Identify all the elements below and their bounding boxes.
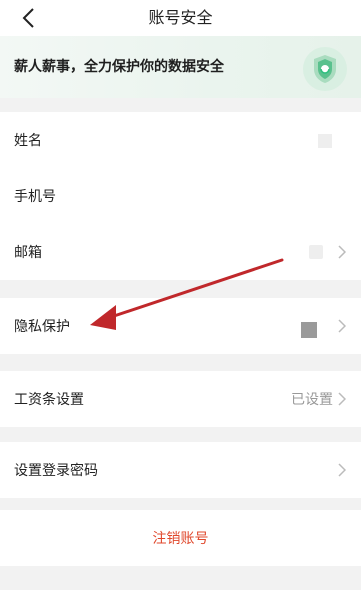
chevron-right-icon (337, 245, 347, 259)
top-bar: 账号安全 (0, 0, 361, 36)
name-label: 姓名 (14, 133, 42, 149)
row-salary[interactable]: 工资条设置 已设置 (0, 371, 361, 427)
privacy-status-box (301, 322, 317, 338)
salary-value: 已设置 (291, 392, 333, 408)
security-banner: 薪人薪事，全力保护你的数据安全 (0, 36, 361, 98)
salary-group: 工资条设置 已设置 (0, 371, 361, 427)
row-email[interactable]: 邮箱 (0, 224, 361, 280)
logout-button[interactable]: 注销账号 (0, 510, 361, 566)
phone-label: 手机号 (14, 189, 56, 205)
email-value-box (309, 245, 323, 259)
password-label: 设置登录密码 (14, 463, 98, 479)
logout-group: 注销账号 (0, 510, 361, 566)
row-phone[interactable]: 手机号 (0, 168, 361, 224)
privacy-group: 隐私保护 (0, 298, 361, 354)
email-label: 邮箱 (14, 245, 42, 261)
row-privacy[interactable]: 隐私保护 (0, 298, 361, 354)
chevron-right-icon (337, 392, 347, 406)
chevron-right-icon (337, 463, 347, 477)
chevron-right-icon (337, 319, 347, 333)
privacy-label: 隐私保护 (14, 319, 70, 335)
salary-label: 工资条设置 (14, 392, 84, 408)
row-password[interactable]: 设置登录密码 (0, 442, 361, 498)
profile-group: 姓名 手机号 邮箱 (0, 112, 361, 280)
banner-text: 薪人薪事，全力保护你的数据安全 (14, 59, 224, 75)
name-value-box (318, 134, 332, 148)
logout-label: 注销账号 (152, 531, 209, 547)
row-name[interactable]: 姓名 (0, 112, 361, 168)
password-group: 设置登录密码 (0, 442, 361, 498)
page-title: 账号安全 (148, 8, 213, 27)
shield-icon (303, 47, 347, 91)
